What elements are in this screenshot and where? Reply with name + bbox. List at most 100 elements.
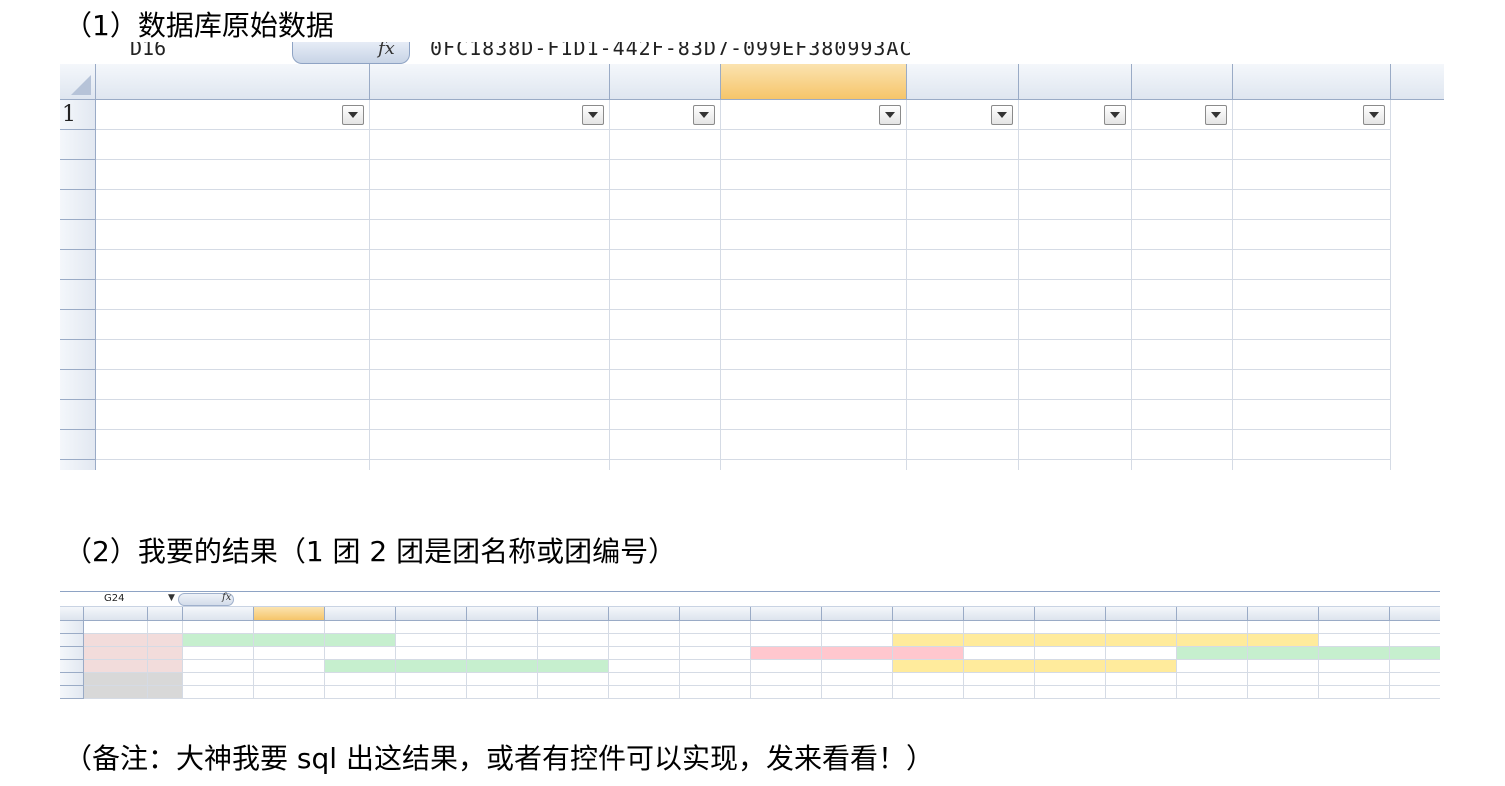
table-cell[interactable] (1233, 430, 1391, 460)
group-cell[interactable] (609, 660, 680, 673)
function-icon[interactable]: fx (378, 42, 395, 59)
table-cell[interactable] (721, 160, 907, 190)
group-cell[interactable] (1106, 634, 1177, 647)
table-cell[interactable] (1233, 130, 1391, 160)
row-header[interactable] (60, 673, 84, 686)
empty-cell[interactable] (893, 673, 964, 686)
column-header-b[interactable] (370, 64, 610, 100)
row-header[interactable] (60, 220, 96, 250)
header-cell[interactable] (467, 621, 538, 634)
table-cell[interactable] (370, 430, 610, 460)
group-cell[interactable] (1177, 647, 1248, 660)
table-cell-partial[interactable] (721, 460, 907, 470)
empty-cell[interactable] (964, 673, 1035, 686)
table-cell[interactable] (907, 400, 1019, 430)
filter-dropdown-button[interactable] (582, 105, 604, 125)
empty-cell[interactable] (538, 686, 609, 699)
table-cell[interactable] (1233, 220, 1391, 250)
row-header[interactable] (60, 310, 96, 340)
empty-cell[interactable] (1035, 686, 1106, 699)
header-cell[interactable] (538, 621, 609, 634)
group-cell[interactable] (183, 660, 254, 673)
empty-cell[interactable] (467, 673, 538, 686)
table-cell[interactable] (610, 250, 721, 280)
table-cell[interactable] (96, 190, 370, 220)
group-cell[interactable] (467, 660, 538, 673)
table-cell[interactable] (96, 400, 370, 430)
column-header-a[interactable] (96, 64, 370, 100)
group-cell[interactable] (396, 634, 467, 647)
header-cell[interactable] (1319, 621, 1390, 634)
header-cell[interactable] (609, 621, 680, 634)
table-cell[interactable] (370, 400, 610, 430)
empty-cell[interactable] (396, 673, 467, 686)
group-cell[interactable] (822, 647, 893, 660)
header-cell[interactable] (148, 621, 183, 634)
column-header-f[interactable] (183, 607, 254, 621)
header-cell[interactable] (1390, 621, 1440, 634)
column-header-o[interactable] (822, 607, 893, 621)
empty-cell[interactable] (1106, 673, 1177, 686)
table-cell[interactable] (721, 190, 907, 220)
table-cell[interactable] (96, 280, 370, 310)
empty-cell[interactable] (1177, 686, 1248, 699)
table-cell-partial[interactable] (1233, 460, 1391, 470)
empty-cell[interactable] (964, 686, 1035, 699)
table-cell[interactable] (1233, 160, 1391, 190)
table-cell[interactable] (610, 190, 721, 220)
table-cell[interactable] (1132, 160, 1233, 190)
column-header-i[interactable] (396, 607, 467, 621)
column-header-g[interactable] (254, 607, 325, 621)
group-cell[interactable] (893, 660, 964, 673)
column-header-l[interactable] (609, 607, 680, 621)
group-cell[interactable] (1390, 660, 1440, 673)
empty-cell[interactable] (254, 673, 325, 686)
group-cell[interactable] (1035, 660, 1106, 673)
header-cell[interactable] (183, 621, 254, 634)
header-cell[interactable] (1177, 621, 1248, 634)
table-cell[interactable] (370, 280, 610, 310)
group-cell[interactable] (822, 660, 893, 673)
column-header-b[interactable] (148, 607, 183, 621)
group-cell[interactable] (1035, 634, 1106, 647)
table-cell[interactable] (1019, 130, 1132, 160)
group-cell[interactable] (1106, 660, 1177, 673)
table-cell-partial[interactable] (907, 460, 1019, 470)
row-header[interactable] (60, 160, 96, 190)
column-header-m[interactable] (680, 607, 751, 621)
plate-cell[interactable] (84, 660, 148, 673)
empty-cell[interactable] (254, 686, 325, 699)
table-cell[interactable] (907, 220, 1019, 250)
empty-cell[interactable] (183, 686, 254, 699)
table-cell[interactable] (721, 130, 907, 160)
column-header-f[interactable] (1019, 64, 1132, 100)
filter-dropdown-button[interactable] (1205, 105, 1227, 125)
filter-dropdown-button[interactable] (342, 105, 364, 125)
group-cell[interactable] (1106, 647, 1177, 660)
empty-cell[interactable] (325, 686, 396, 699)
table-cell[interactable] (1132, 130, 1233, 160)
empty-cell[interactable] (609, 686, 680, 699)
table-cell[interactable] (721, 340, 907, 370)
empty-cell[interactable] (396, 686, 467, 699)
table-cell[interactable] (907, 280, 1019, 310)
group-cell[interactable] (1319, 647, 1390, 660)
table-cell[interactable] (610, 130, 721, 160)
table-cell[interactable] (907, 250, 1019, 280)
empty-cell[interactable] (538, 673, 609, 686)
table-cell-partial[interactable] (1132, 460, 1233, 470)
table-cell[interactable] (721, 430, 907, 460)
table-cell[interactable] (907, 340, 1019, 370)
row-header[interactable] (60, 430, 96, 460)
group-cell[interactable] (893, 634, 964, 647)
table-cell[interactable] (370, 340, 610, 370)
vehicle-type-cell[interactable] (148, 634, 183, 647)
empty-cell[interactable] (84, 686, 148, 699)
table-cell[interactable] (1019, 340, 1132, 370)
table-cell[interactable] (721, 370, 907, 400)
table-cell[interactable] (1233, 340, 1391, 370)
table-cell[interactable] (96, 370, 370, 400)
filter-dropdown-button[interactable] (693, 105, 715, 125)
group-cell[interactable] (538, 660, 609, 673)
table-cell[interactable] (1019, 310, 1132, 340)
